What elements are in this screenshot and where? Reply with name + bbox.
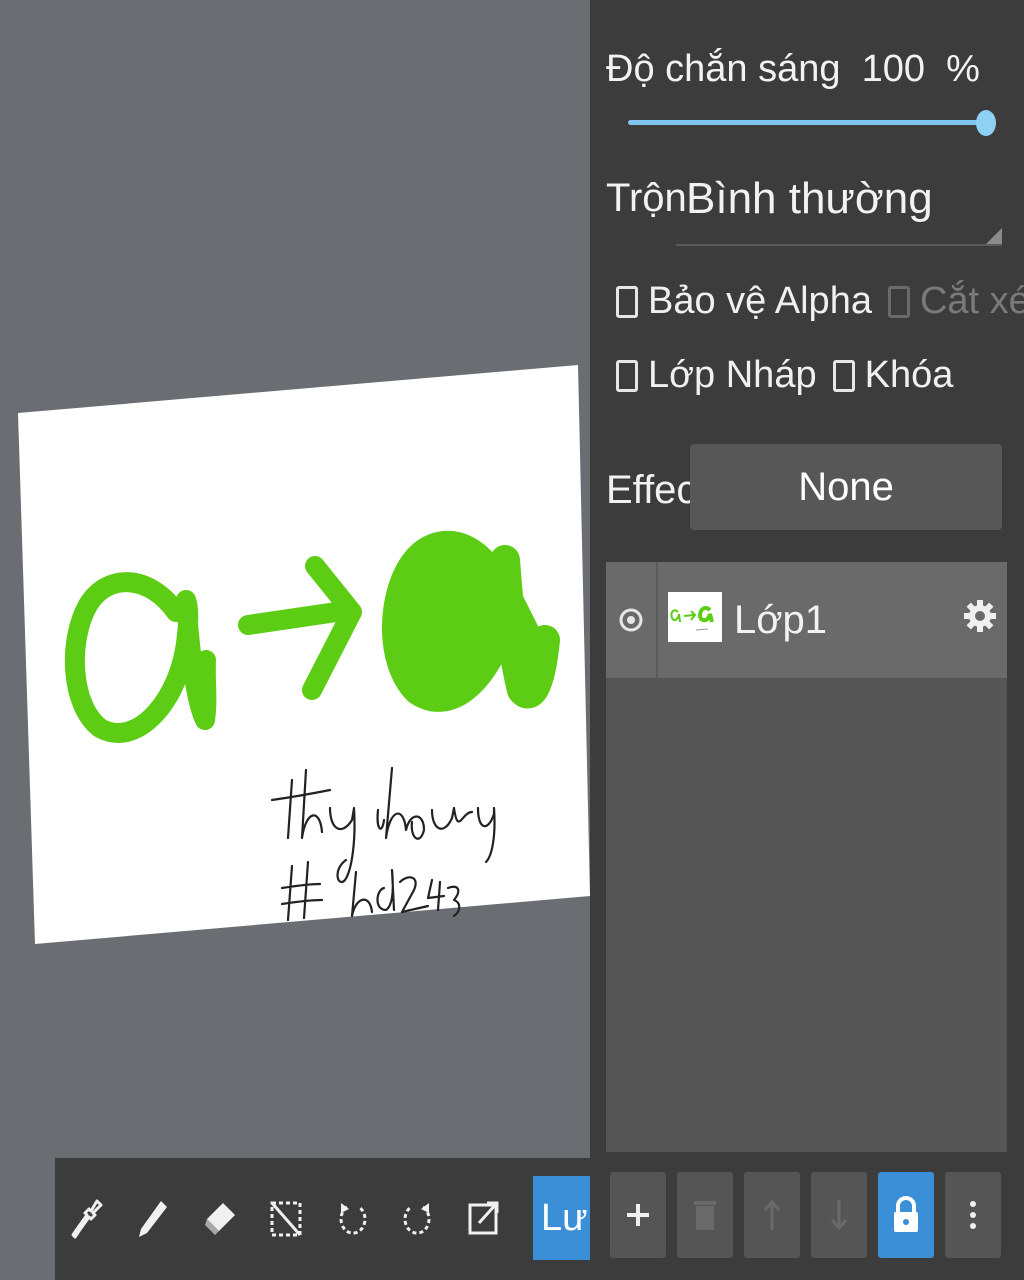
clipping-checkbox[interactable]: Cắt xén [887, 280, 1024, 323]
draft-layer-checkbox[interactable]: Lớp Nháp [616, 354, 817, 397]
layer-item[interactable]: Lớp1 [606, 562, 1007, 678]
layer-action-bar [610, 1172, 1004, 1258]
deselect-icon [270, 1201, 302, 1237]
artwork-canvas[interactable] [0, 0, 590, 1000]
add-layer-button[interactable] [610, 1172, 666, 1258]
redo-button[interactable] [385, 1158, 451, 1280]
move-layer-down-button[interactable] [811, 1172, 867, 1258]
checkbox-box-icon [616, 285, 638, 318]
undo-button[interactable] [319, 1158, 385, 1280]
eraser-button[interactable] [187, 1158, 253, 1280]
undo-icon [339, 1203, 367, 1235]
eyedropper-button[interactable] [55, 1158, 121, 1280]
delete-layer-button[interactable] [677, 1172, 733, 1258]
visibility-toggle[interactable] [606, 562, 658, 678]
opacity-readout: Độ chắn sáng 100 % [606, 48, 980, 91]
checkbox-row-2: Lớp Nháp Khóa [616, 354, 969, 397]
gear-icon[interactable] [964, 596, 996, 636]
export-button[interactable] [451, 1158, 517, 1280]
blend-mode-label: Trộn [606, 176, 687, 220]
more-options-button[interactable] [945, 1172, 1001, 1258]
deselect-button[interactable] [253, 1158, 319, 1280]
lock-label: Khóa [864, 354, 954, 396]
pencil-button[interactable] [121, 1158, 187, 1280]
layer-thumbnail [668, 592, 722, 642]
effect-button[interactable]: None [690, 444, 1002, 530]
draft-layer-label: Lớp Nháp [648, 354, 817, 396]
layer-name: Lớp1 [734, 598, 827, 642]
export-icon [468, 1201, 499, 1235]
protect-alpha-label: Bảo vệ Alpha [648, 280, 872, 322]
arrow-up-icon [763, 1199, 781, 1230]
redo-icon [403, 1203, 431, 1235]
save-button[interactable]: Lưu [533, 1176, 590, 1260]
eraser-icon [205, 1203, 235, 1235]
blend-mode-value: Bình thường [686, 174, 933, 223]
canvas-area[interactable]: Lưu [0, 0, 590, 1280]
trash-icon [694, 1201, 716, 1230]
opacity-unit: % [946, 48, 980, 90]
checkbox-box-icon [887, 285, 910, 318]
opacity-slider-thumb[interactable] [976, 110, 996, 136]
opacity-label: Độ chắn sáng [606, 48, 841, 90]
more-vertical-icon [970, 1201, 976, 1229]
move-layer-up-button[interactable] [744, 1172, 800, 1258]
bottom-toolbar: Lưu [55, 1158, 590, 1280]
plus-icon [627, 1204, 649, 1226]
checkbox-row-1: Bảo vệ Alpha Cắt xén [616, 280, 1024, 323]
lock-layer-button[interactable] [878, 1172, 934, 1258]
opacity-slider[interactable] [628, 120, 986, 125]
dropdown-caret-icon [986, 228, 1002, 244]
clipping-label: Cắt xén [919, 280, 1024, 322]
layer-properties-panel: Độ chắn sáng 100 % Trộn Bình thường Bảo … [590, 0, 1024, 1280]
layer-list[interactable]: Lớp1 [606, 562, 1007, 1152]
pencil-icon [139, 1201, 167, 1237]
blend-mode-dropdown[interactable]: Bình thường [676, 168, 1002, 246]
arrow-down-icon [830, 1200, 848, 1231]
eye-icon [619, 608, 643, 632]
protect-alpha-checkbox[interactable]: Bảo vệ Alpha [616, 280, 872, 323]
lock-checkbox[interactable]: Khóa [832, 354, 954, 397]
checkbox-box-icon [616, 359, 638, 392]
lock-icon [894, 1196, 918, 1232]
eyedropper-icon [71, 1199, 103, 1239]
checkbox-box-icon [832, 359, 855, 392]
opacity-value: 100 [861, 48, 926, 90]
